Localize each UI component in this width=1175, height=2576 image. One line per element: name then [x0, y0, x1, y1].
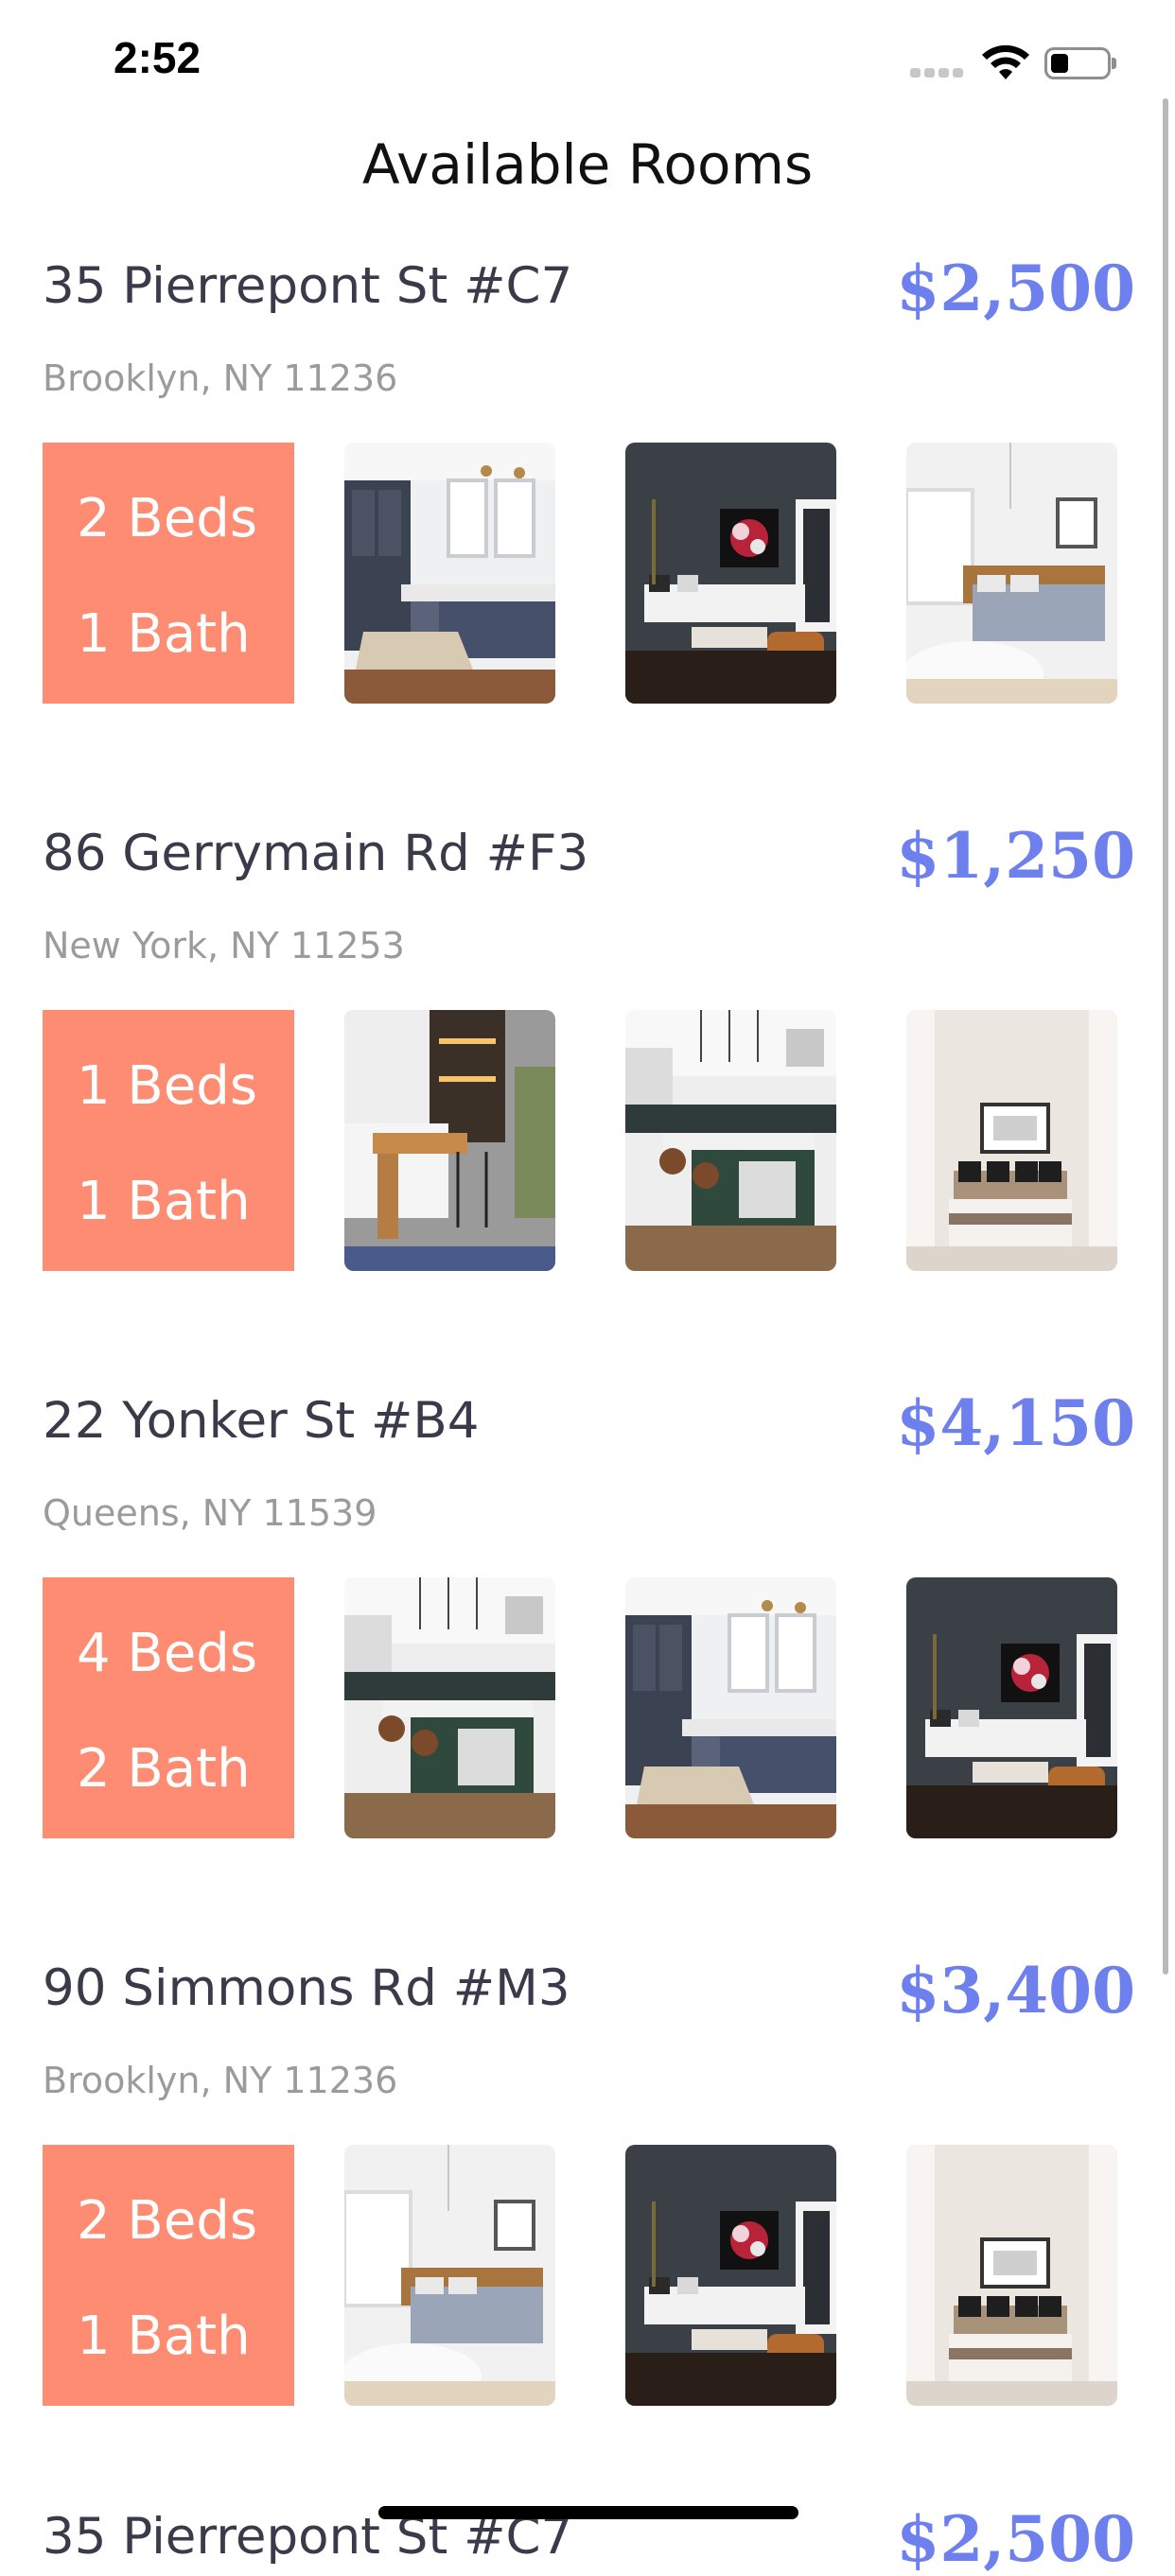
kitchen-navy-photo[interactable]: [344, 443, 555, 704]
bath-count: 1 Bath: [77, 603, 251, 665]
kitchen-green-island-photo[interactable]: [344, 1577, 555, 1838]
beds-count: 4 Beds: [77, 1623, 258, 1684]
listing-address: 22 Yonker St #B4: [43, 1392, 480, 1450]
wifi-icon: [982, 44, 1029, 79]
beds-baths-badge: 2 Beds 1 Bath: [43, 443, 294, 704]
bath-count: 1 Bath: [77, 1171, 251, 1232]
listing-card[interactable]: 86 Gerrymain Rd #F3 $1,250 New York, NY …: [0, 819, 1175, 1316]
beds-baths-badge: 4 Beds 2 Bath: [43, 1577, 294, 1838]
bedroom-framed-art-photo[interactable]: [906, 1010, 1117, 1271]
bath-count: 2 Bath: [77, 1738, 251, 1800]
listing-address: 90 Simmons Rd #M3: [43, 1959, 570, 2017]
cellular-signal-icon: [910, 68, 967, 78]
living-room-dark-photo[interactable]: [625, 2145, 836, 2406]
bedroom-white-photo[interactable]: [906, 443, 1117, 704]
listing-price-partial: $2,500: [896, 2502, 1135, 2576]
beds-baths-badge: 2 Beds 1 Bath: [43, 2145, 294, 2406]
listing-price: $4,150: [896, 1386, 1135, 1460]
beds-count: 1 Beds: [77, 1055, 258, 1117]
kitchen-bar-photo[interactable]: [344, 1010, 555, 1271]
home-indicator[interactable]: [378, 2506, 798, 2519]
living-room-dark-photo[interactable]: [625, 443, 836, 704]
listing-location: Brooklyn, NY 11236: [43, 2060, 398, 2101]
listing-card[interactable]: 35 Pierrepont St #C7 $2,500 Brooklyn, NY…: [0, 252, 1175, 749]
listing-address: 86 Gerrymain Rd #F3: [43, 825, 589, 882]
bedroom-framed-art-photo[interactable]: [906, 2145, 1117, 2406]
status-time: 2:52: [114, 33, 202, 82]
listing-address: 35 Pierrepont St #C7: [43, 257, 573, 315]
bedroom-white-photo[interactable]: [344, 2145, 555, 2406]
listing-location: Brooklyn, NY 11236: [43, 357, 398, 399]
battery-icon: [1044, 47, 1116, 79]
beds-baths-badge: 1 Beds 1 Bath: [43, 1010, 294, 1271]
bath-count: 1 Bath: [77, 2306, 251, 2367]
beds-count: 2 Beds: [77, 488, 258, 549]
beds-count: 2 Beds: [77, 2190, 258, 2252]
listing-location: New York, NY 11253: [43, 925, 405, 966]
listing-price: $1,250: [896, 819, 1135, 893]
kitchen-green-island-photo[interactable]: [625, 1010, 836, 1271]
status-bar: 2:52: [0, 0, 1175, 113]
page-title: Available Rooms: [361, 132, 814, 197]
kitchen-navy-photo[interactable]: [625, 1577, 836, 1838]
listing-price: $3,400: [896, 1954, 1135, 2028]
listing-price: $2,500: [896, 252, 1135, 325]
listing-card[interactable]: 22 Yonker St #B4 $4,150 Queens, NY 11539…: [0, 1386, 1175, 1884]
living-room-dark-photo[interactable]: [906, 1577, 1117, 1838]
listing-location: Queens, NY 11539: [43, 1492, 377, 1534]
listing-card[interactable]: 90 Simmons Rd #M3 $3,400 Brooklyn, NY 11…: [0, 1954, 1175, 2451]
